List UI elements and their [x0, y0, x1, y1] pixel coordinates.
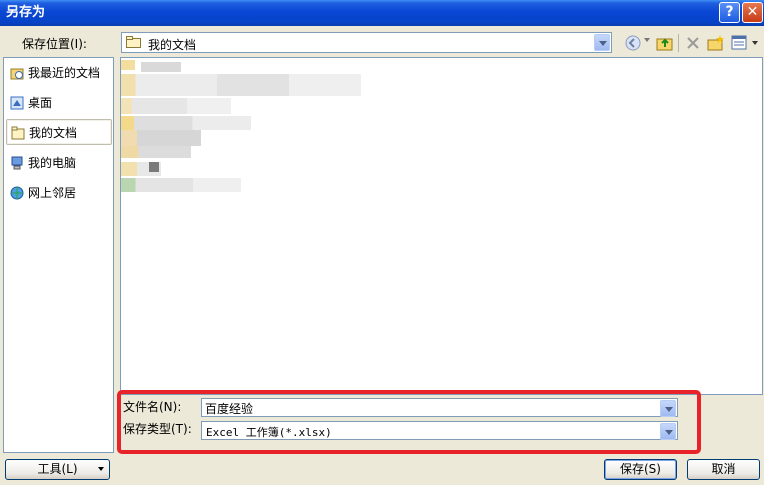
location-combo[interactable]: 我的文档 [121, 32, 612, 53]
file-list[interactable] [120, 57, 763, 395]
network-places-icon [10, 186, 24, 200]
file-item[interactable] [121, 130, 201, 146]
my-documents-icon [11, 126, 25, 140]
toolbar-separator [678, 34, 679, 52]
cancel-button[interactable]: 取消 [687, 459, 760, 480]
desktop-icon [10, 96, 24, 110]
close-button[interactable]: ✕ [742, 2, 763, 23]
file-item[interactable] [121, 74, 361, 96]
location-dropdown-button[interactable] [594, 34, 610, 51]
place-desktop[interactable]: 桌面 [6, 90, 112, 116]
recent-documents-icon [10, 68, 24, 80]
place-my-documents[interactable]: 我的文档 [6, 119, 112, 145]
back-dropdown-icon[interactable] [644, 38, 650, 42]
file-item[interactable] [121, 146, 191, 158]
window-title: 另存为 [6, 5, 46, 20]
location-value: 我的文档 [148, 38, 197, 52]
folder-icon [126, 36, 141, 48]
views-menu-icon[interactable] [731, 34, 749, 52]
delete-icon[interactable] [684, 34, 702, 52]
file-item[interactable] [121, 98, 231, 114]
file-item [149, 162, 159, 172]
place-my-computer[interactable]: 我的电脑 [6, 150, 112, 176]
back-icon[interactable] [624, 34, 642, 52]
file-item[interactable] [121, 60, 135, 70]
new-folder-icon[interactable] [707, 34, 725, 52]
place-network-places[interactable]: 网上邻居 [6, 180, 112, 206]
file-item[interactable] [121, 116, 251, 130]
place-recent-documents[interactable]: 我最近的文档 [6, 60, 112, 86]
file-item[interactable] [141, 62, 181, 72]
save-button[interactable]: 保存(S) [604, 459, 677, 480]
highlight-annotation [117, 390, 701, 454]
tools-button[interactable]: 工具(L) [5, 459, 110, 480]
up-folder-icon[interactable] [656, 34, 674, 52]
my-computer-icon [11, 156, 23, 170]
tools-dropdown-icon [98, 467, 104, 471]
help-button[interactable]: ? [719, 2, 740, 23]
places-bar: 我最近的文档 桌面 我的文档 我的电脑 网上邻居 [3, 57, 114, 453]
file-item[interactable] [121, 178, 241, 192]
location-label: 保存位置(I): [22, 37, 87, 51]
views-dropdown-icon[interactable] [752, 41, 758, 45]
title-bar: 另存为 ? ✕ [0, 0, 764, 26]
